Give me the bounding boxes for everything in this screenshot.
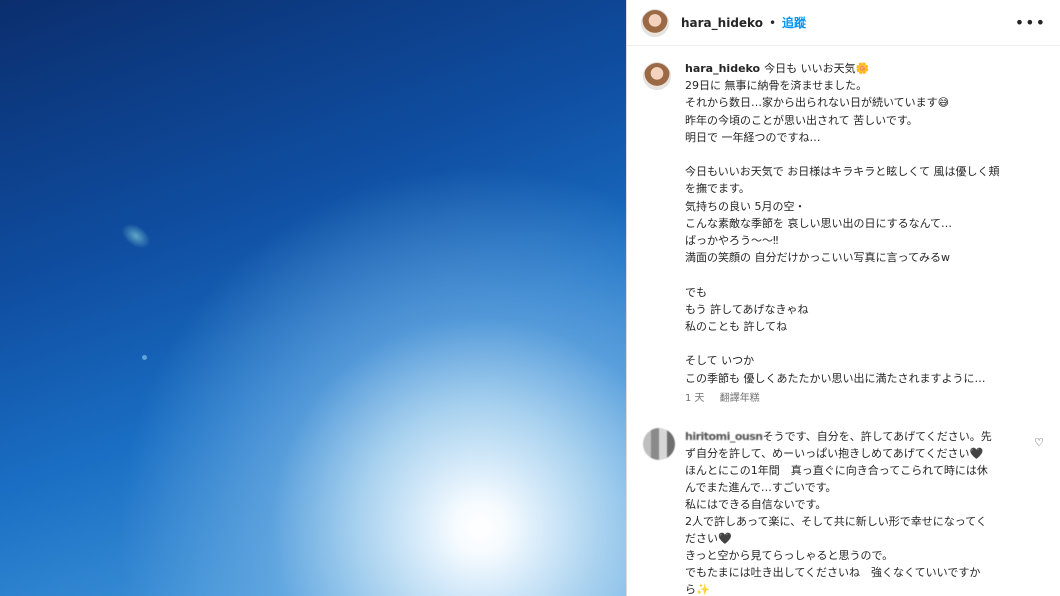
comment-line: んでまた進んで…すごいです。 [685, 480, 837, 494]
lens-flare [117, 218, 155, 254]
lens-flare-dot [142, 355, 147, 360]
post-side-panel: hara_hideko • 追蹤 ••• hara_hideko 今日も いいお天… [626, 0, 1060, 596]
commenter-avatar[interactable] [643, 427, 675, 460]
translate-link[interactable]: 翻譯年糕 [720, 393, 760, 404]
caption-line: 気持ちの良い 5月の空・ [685, 199, 806, 213]
author-avatar[interactable] [641, 8, 669, 37]
caption-line: こんな素敵な季節を 哀しい思い出の日にするなんて… [685, 216, 953, 230]
comment-line: ず自分を許して、めーいっぱい抱きしめてあげてください🖤 [685, 446, 984, 460]
heart-icon[interactable]: ♡ [1034, 436, 1044, 449]
comment-line: でもたまには吐き出してくださいね 強くなくていいですか [685, 565, 981, 579]
caption-line: 私のことも 許してね [685, 320, 788, 334]
caption-line: ばっかやろう〜〜‼ [685, 234, 779, 248]
post-caption: hara_hideko 今日も いいお天気🌼 29日に 無事に納骨を済ませました。… [643, 60, 1044, 404]
caption-line: 29日に 無事に納骨を済ませました。 [685, 79, 868, 93]
caption-line [685, 146, 1025, 163]
caption-username[interactable]: hara_hideko [685, 62, 760, 75]
caption-line [685, 335, 1025, 352]
caption-line: 昨年の今頃のことが思い出されて 苦しいです。 [685, 113, 918, 127]
caption-line: 満面の笑顔の 自分だけかっこいい写真に言ってみるw [685, 251, 950, 265]
comment-line: 2人で許しあって楽に、そして共に新しい形で幸せになってく [685, 514, 987, 528]
caption-line: でも [685, 285, 707, 299]
caption-line: そして いつか [685, 354, 755, 368]
comment-line: そうです、自分を、許してあげてください。先 [762, 429, 992, 443]
commenter-username[interactable]: hiritomi_ousn [685, 430, 763, 443]
caption-line: この季節も 優しくあたたかい思い出に満たされますように… [685, 371, 986, 385]
caption-meta: 1 天 翻譯年糕 [685, 389, 1025, 404]
separator-dot: • [768, 15, 777, 30]
comment-line: 私にはできる自信ないです。 [685, 497, 827, 511]
comment-line: ださい🖤 [685, 531, 732, 545]
caption-line: それから数日…家から出られない日が続いています😅 [685, 96, 950, 110]
caption-lines: 29日に 無事に納骨を済ませました。それから数日…家から出られない日が続いていま… [685, 77, 1025, 387]
comments-area[interactable]: hara_hideko 今日も いいお天気🌼 29日に 無事に納骨を済ませました。… [627, 46, 1060, 596]
post-photo-sky[interactable] [0, 0, 626, 596]
author-username[interactable]: hara_hideko [681, 16, 763, 30]
caption-line [685, 266, 1025, 283]
post-time[interactable]: 1 天 [685, 393, 705, 404]
more-options-icon[interactable]: ••• [1015, 13, 1046, 32]
caption-line: 明日で 一年経つのですね… [685, 130, 821, 144]
comment-text: hiritomi_ousnそうです、自分を、許してあげてください。先 ず自分を許… [685, 428, 1029, 596]
caption-line: もう 許してあげなきゃね [685, 302, 809, 316]
caption-text: hara_hideko 今日も いいお天気🌼 29日に 無事に納骨を済ませました。… [685, 60, 1025, 387]
comment-line: きっと空から見てらっしゃると思うので。 [685, 548, 894, 562]
follow-button[interactable]: 追蹤 [782, 14, 806, 31]
caption-line: 今日もいいお天気で お日様はキラキラと眩しくて 風は優しく頬 [685, 165, 1000, 179]
caption-author-avatar[interactable] [643, 62, 671, 90]
comment-item: hiritomi_ousnそうです、自分を、許してあげてください。先 ず自分を許… [643, 427, 1044, 596]
comment-line: ら✨ [685, 582, 710, 596]
caption-line: を撫でます。 [685, 182, 750, 196]
comment-lines: ず自分を許して、めーいっぱい抱きしめてあげてください🖤 ほんとにこの1年間 真っ直… [685, 445, 1029, 596]
caption-first-line: 今日も いいお天気🌼 [764, 62, 870, 75]
post-header: hara_hideko • 追蹤 ••• [627, 0, 1060, 46]
post-viewer: hara_hideko • 追蹤 ••• hara_hideko 今日も いいお天… [0, 0, 1060, 596]
comment-line: ほんとにこの1年間 真っ直ぐに向き合ってこられて時には休 [685, 463, 988, 477]
